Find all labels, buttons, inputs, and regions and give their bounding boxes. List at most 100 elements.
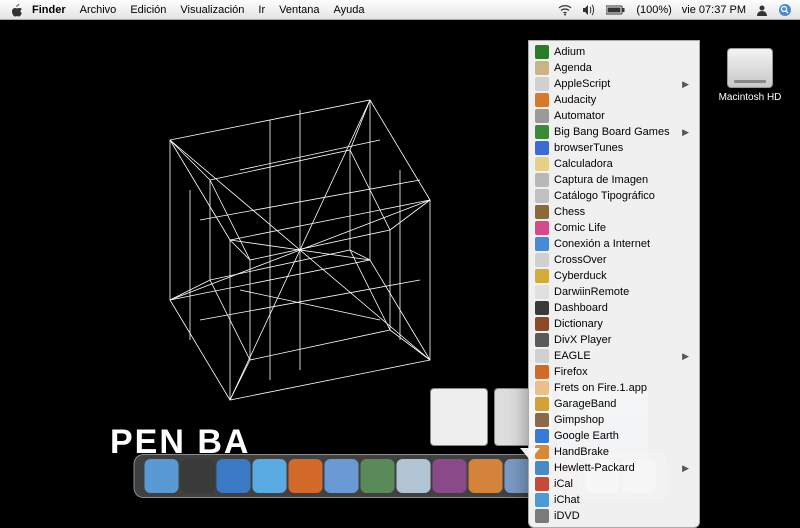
user-icon[interactable] xyxy=(756,4,768,16)
hd-icon xyxy=(727,48,773,88)
app-chess[interactable]: Chess xyxy=(529,204,699,220)
app-icon xyxy=(535,253,549,267)
app-calculadora[interactable]: Calculadora xyxy=(529,156,699,172)
app-gimpshop[interactable]: Gimpshop xyxy=(529,412,699,428)
menu-ir[interactable]: Ir xyxy=(258,4,265,16)
app-firefox[interactable]: Firefox xyxy=(529,364,699,380)
app-icon xyxy=(535,349,549,363)
app-dictionary[interactable]: Dictionary xyxy=(529,316,699,332)
app-icon xyxy=(535,477,549,491)
app-icon xyxy=(535,45,549,59)
app-icon xyxy=(535,205,549,219)
app-label: Audacity xyxy=(554,94,596,106)
submenu-arrow-icon: ▶ xyxy=(682,127,689,138)
dock-ichat[interactable] xyxy=(253,459,287,493)
app-applescript[interactable]: AppleScript ▶ xyxy=(529,76,699,92)
app-divx-player[interactable]: DivX Player xyxy=(529,332,699,348)
app-icon xyxy=(535,397,549,411)
dock-itunes[interactable] xyxy=(361,459,395,493)
menu-pointer xyxy=(520,448,540,460)
clock[interactable]: vie 07:37 PM xyxy=(682,4,746,16)
app-frets-on-fire-1-app[interactable]: Frets on Fire.1.app xyxy=(529,380,699,396)
app-icon xyxy=(535,189,549,203)
app-ical[interactable]: iCal xyxy=(529,476,699,492)
wifi-icon[interactable] xyxy=(558,4,572,16)
app-icon xyxy=(535,269,549,283)
app-comic-life[interactable]: Comic Life xyxy=(529,220,699,236)
submenu-arrow-icon: ▶ xyxy=(682,463,689,474)
menu-ventana[interactable]: Ventana xyxy=(279,4,319,16)
app-icon xyxy=(535,285,549,299)
app-icon xyxy=(535,237,549,251)
app-icon xyxy=(535,461,549,475)
macintosh-hd[interactable]: Macintosh HD xyxy=(714,48,786,103)
app-name[interactable]: Finder xyxy=(32,4,66,16)
app-icon xyxy=(535,125,549,139)
app-label: iChat xyxy=(554,494,580,506)
apple-icon[interactable] xyxy=(8,3,22,17)
app-label: Hewlett-Packard xyxy=(554,462,635,474)
dock-dashboard[interactable] xyxy=(181,459,215,493)
app-dashboard[interactable]: Dashboard xyxy=(529,300,699,316)
app-label: Big Bang Board Games xyxy=(554,126,670,138)
app-icon xyxy=(535,157,549,171)
app-label: DivX Player xyxy=(554,334,611,346)
app-cyberduck[interactable]: Cyberduck xyxy=(529,268,699,284)
app-label: Comic Life xyxy=(554,222,606,234)
app-garageband[interactable]: GarageBand xyxy=(529,396,699,412)
dock-app1[interactable] xyxy=(433,459,467,493)
app-icon xyxy=(535,333,549,347)
app-big-bang-board-games[interactable]: Big Bang Board Games ▶ xyxy=(529,124,699,140)
app-ichat[interactable]: iChat xyxy=(529,492,699,508)
app-label: DarwiinRemote xyxy=(554,286,629,298)
dock-mail[interactable] xyxy=(397,459,431,493)
wireframe-art xyxy=(90,40,510,420)
preview-card-1[interactable] xyxy=(430,388,488,446)
battery-icon[interactable] xyxy=(606,5,626,15)
app-browsertunes[interactable]: browserTunes xyxy=(529,140,699,156)
app-crossover[interactable]: CrossOver xyxy=(529,252,699,268)
app-audacity[interactable]: Audacity xyxy=(529,92,699,108)
app-label: Adium xyxy=(554,46,585,58)
app-automator[interactable]: Automator xyxy=(529,108,699,124)
app-label: Dashboard xyxy=(554,302,608,314)
dock-google-earth[interactable] xyxy=(217,459,251,493)
app-label: Dictionary xyxy=(554,318,603,330)
app-icon xyxy=(535,509,549,523)
app-icon xyxy=(535,77,549,91)
app-label: AppleScript xyxy=(554,78,610,90)
volume-icon[interactable] xyxy=(582,4,596,16)
app-handbrake[interactable]: HandBrake xyxy=(529,444,699,460)
desktop: PEN BA Macintosh HD AdiumAgendaAppleScri… xyxy=(0,20,800,500)
app-idvd[interactable]: iDVD xyxy=(529,508,699,524)
dock-finder[interactable] xyxy=(145,459,179,493)
app-conexi-n-a-internet[interactable]: Conexión a Internet xyxy=(529,236,699,252)
menu-ayuda[interactable]: Ayuda xyxy=(334,4,365,16)
app-label: browserTunes xyxy=(554,142,623,154)
app-label: Catálogo Tipográfico xyxy=(554,190,655,202)
app-hewlett-packard[interactable]: Hewlett-Packard ▶ xyxy=(529,460,699,476)
app-captura-de-imagen[interactable]: Captura de Imagen xyxy=(529,172,699,188)
app-label: Captura de Imagen xyxy=(554,174,648,186)
app-cat-logo-tipogr-fico[interactable]: Catálogo Tipográfico xyxy=(529,188,699,204)
dock-safari[interactable] xyxy=(325,459,359,493)
hd-label: Macintosh HD xyxy=(714,92,786,103)
menu-visualizacion[interactable]: Visualización xyxy=(180,4,244,16)
menu-edicion[interactable]: Edición xyxy=(130,4,166,16)
app-icon xyxy=(535,61,549,75)
menu-archivo[interactable]: Archivo xyxy=(80,4,117,16)
app-adium[interactable]: Adium xyxy=(529,44,699,60)
app-darwiinremote[interactable]: DarwiinRemote xyxy=(529,284,699,300)
app-eagle[interactable]: EAGLE▶ xyxy=(529,348,699,364)
app-agenda[interactable]: Agenda xyxy=(529,60,699,76)
menubar: Finder Archivo Edición Visualización Ir … xyxy=(0,0,800,20)
dock-firefox[interactable] xyxy=(289,459,323,493)
spotlight-icon[interactable] xyxy=(778,3,792,17)
app-google-earth[interactable]: Google Earth xyxy=(529,428,699,444)
app-icon xyxy=(535,93,549,107)
app-label: Google Earth xyxy=(554,430,619,442)
app-label: Cyberduck xyxy=(554,270,607,282)
submenu-arrow-icon: ▶ xyxy=(682,79,689,90)
dock-app2[interactable] xyxy=(469,459,503,493)
app-icon xyxy=(535,317,549,331)
